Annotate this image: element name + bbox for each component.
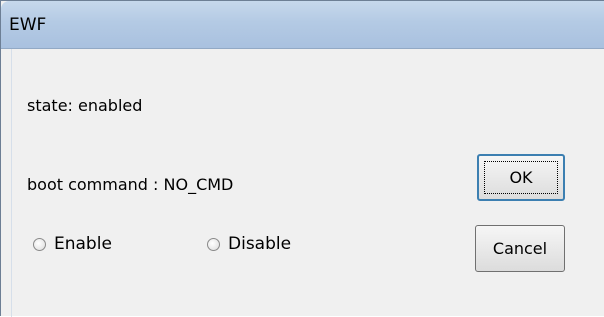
cancel-button[interactable]: Cancel xyxy=(475,225,565,272)
ok-button[interactable]: OK xyxy=(477,154,565,201)
enable-radio-circle-icon[interactable] xyxy=(33,237,46,251)
ewf-dialog-window: EWF state: enabled boot command : NO_CMD… xyxy=(0,0,604,317)
frame-edge xyxy=(11,49,12,317)
disable-radio[interactable]: Disable xyxy=(207,234,291,254)
disable-radio-circle-icon[interactable] xyxy=(207,237,220,251)
enable-radio-label[interactable]: Enable xyxy=(54,234,112,254)
enable-radio[interactable]: Enable xyxy=(33,234,112,254)
disable-radio-label[interactable]: Disable xyxy=(228,234,291,254)
title-bar[interactable]: EWF xyxy=(1,1,604,49)
state-label: state: enabled xyxy=(27,96,143,115)
ok-focus-rect xyxy=(484,161,558,194)
cancel-button-label: Cancel xyxy=(492,239,548,258)
boot-command-label: boot command : NO_CMD xyxy=(27,175,234,194)
window-title: EWF xyxy=(9,15,47,35)
